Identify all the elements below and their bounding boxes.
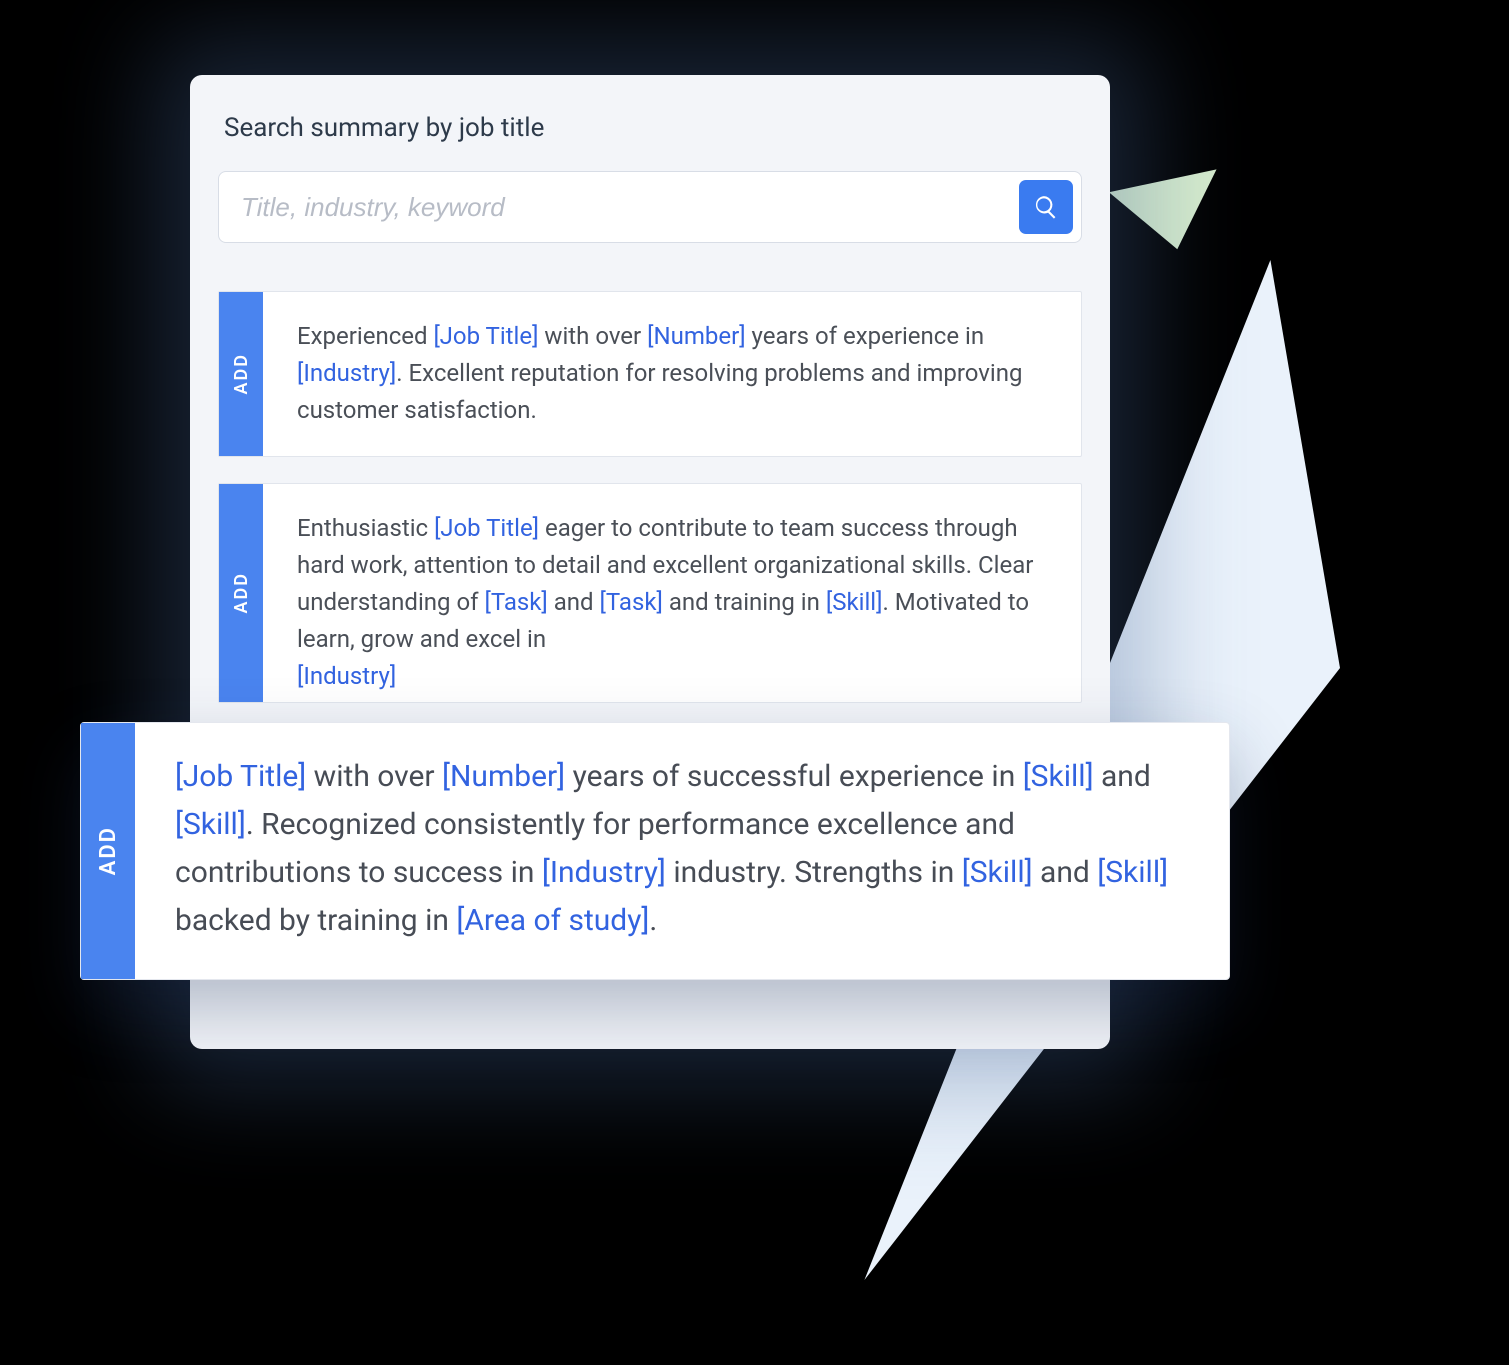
placeholder-industry-truncated[interactable]: [Industry] [297, 662, 396, 690]
placeholder-industry[interactable]: [Industry] [297, 359, 396, 387]
summary-text: Experienced [Job Title] with over [Numbe… [263, 292, 1081, 456]
add-label: ADD [231, 353, 252, 394]
placeholder-skill[interactable]: [Skill] [1097, 855, 1168, 890]
add-label: ADD [231, 572, 252, 613]
placeholder-skill[interactable]: [Skill] [175, 807, 246, 842]
search-input[interactable] [241, 192, 1019, 223]
text-fragment: with over [306, 759, 442, 794]
text-fragment: . Excellent reputation for resolving pro… [297, 359, 1022, 424]
summary-card: ADD Enthusiastic [Job Title] eager to co… [218, 483, 1082, 703]
summary-card: ADD Experienced [Job Title] with over [N… [218, 291, 1082, 457]
add-label: ADD [96, 826, 121, 875]
text-fragment: years of experience in [746, 322, 985, 350]
text-fragment: and training in [663, 588, 826, 616]
placeholder-job-title[interactable]: [Job Title] [175, 759, 306, 794]
text-fragment: and [1094, 759, 1151, 794]
placeholder-skill[interactable]: [Skill] [962, 855, 1033, 890]
search-button[interactable] [1019, 180, 1073, 234]
placeholder-skill[interactable]: [Skill] [826, 588, 883, 616]
search-icon [1033, 194, 1059, 220]
text-fragment: Experienced [297, 322, 433, 350]
text-fragment: industry. Strengths in [666, 855, 962, 890]
text-fragment: and [548, 588, 600, 616]
summary-text: Enthusiastic [Job Title] eager to contri… [263, 484, 1081, 702]
text-fragment: Enthusiastic [297, 514, 434, 542]
panel-title: Search summary by job title [224, 113, 1082, 143]
placeholder-job-title[interactable]: [Job Title] [434, 514, 539, 542]
add-button[interactable]: ADD [219, 484, 263, 702]
placeholder-task[interactable]: [Task] [600, 588, 663, 616]
placeholder-number[interactable]: [Number] [442, 759, 565, 794]
text-fragment: and [1033, 855, 1098, 890]
add-button[interactable]: ADD [219, 292, 263, 456]
text-fragment: backed by training in [175, 903, 456, 938]
text-fragment: . [649, 903, 657, 938]
summary-card-expanded: ADD [Job Title] with over [Number] years… [80, 722, 1230, 980]
placeholder-task[interactable]: [Task] [484, 588, 547, 616]
summary-text: [Job Title] with over [Number] years of … [135, 723, 1229, 979]
placeholder-industry[interactable]: [Industry] [542, 855, 666, 890]
text-fragment: years of successful experience in [565, 759, 1023, 794]
placeholder-skill[interactable]: [Skill] [1023, 759, 1094, 794]
placeholder-area-of-study[interactable]: [Area of study] [456, 903, 649, 938]
placeholder-number[interactable]: [Number] [647, 322, 745, 350]
decorative-triangle-green [1109, 169, 1231, 260]
placeholder-job-title[interactable]: [Job Title] [433, 322, 538, 350]
search-row [218, 171, 1082, 243]
add-button[interactable]: ADD [81, 723, 135, 979]
text-fragment: with over [538, 322, 647, 350]
